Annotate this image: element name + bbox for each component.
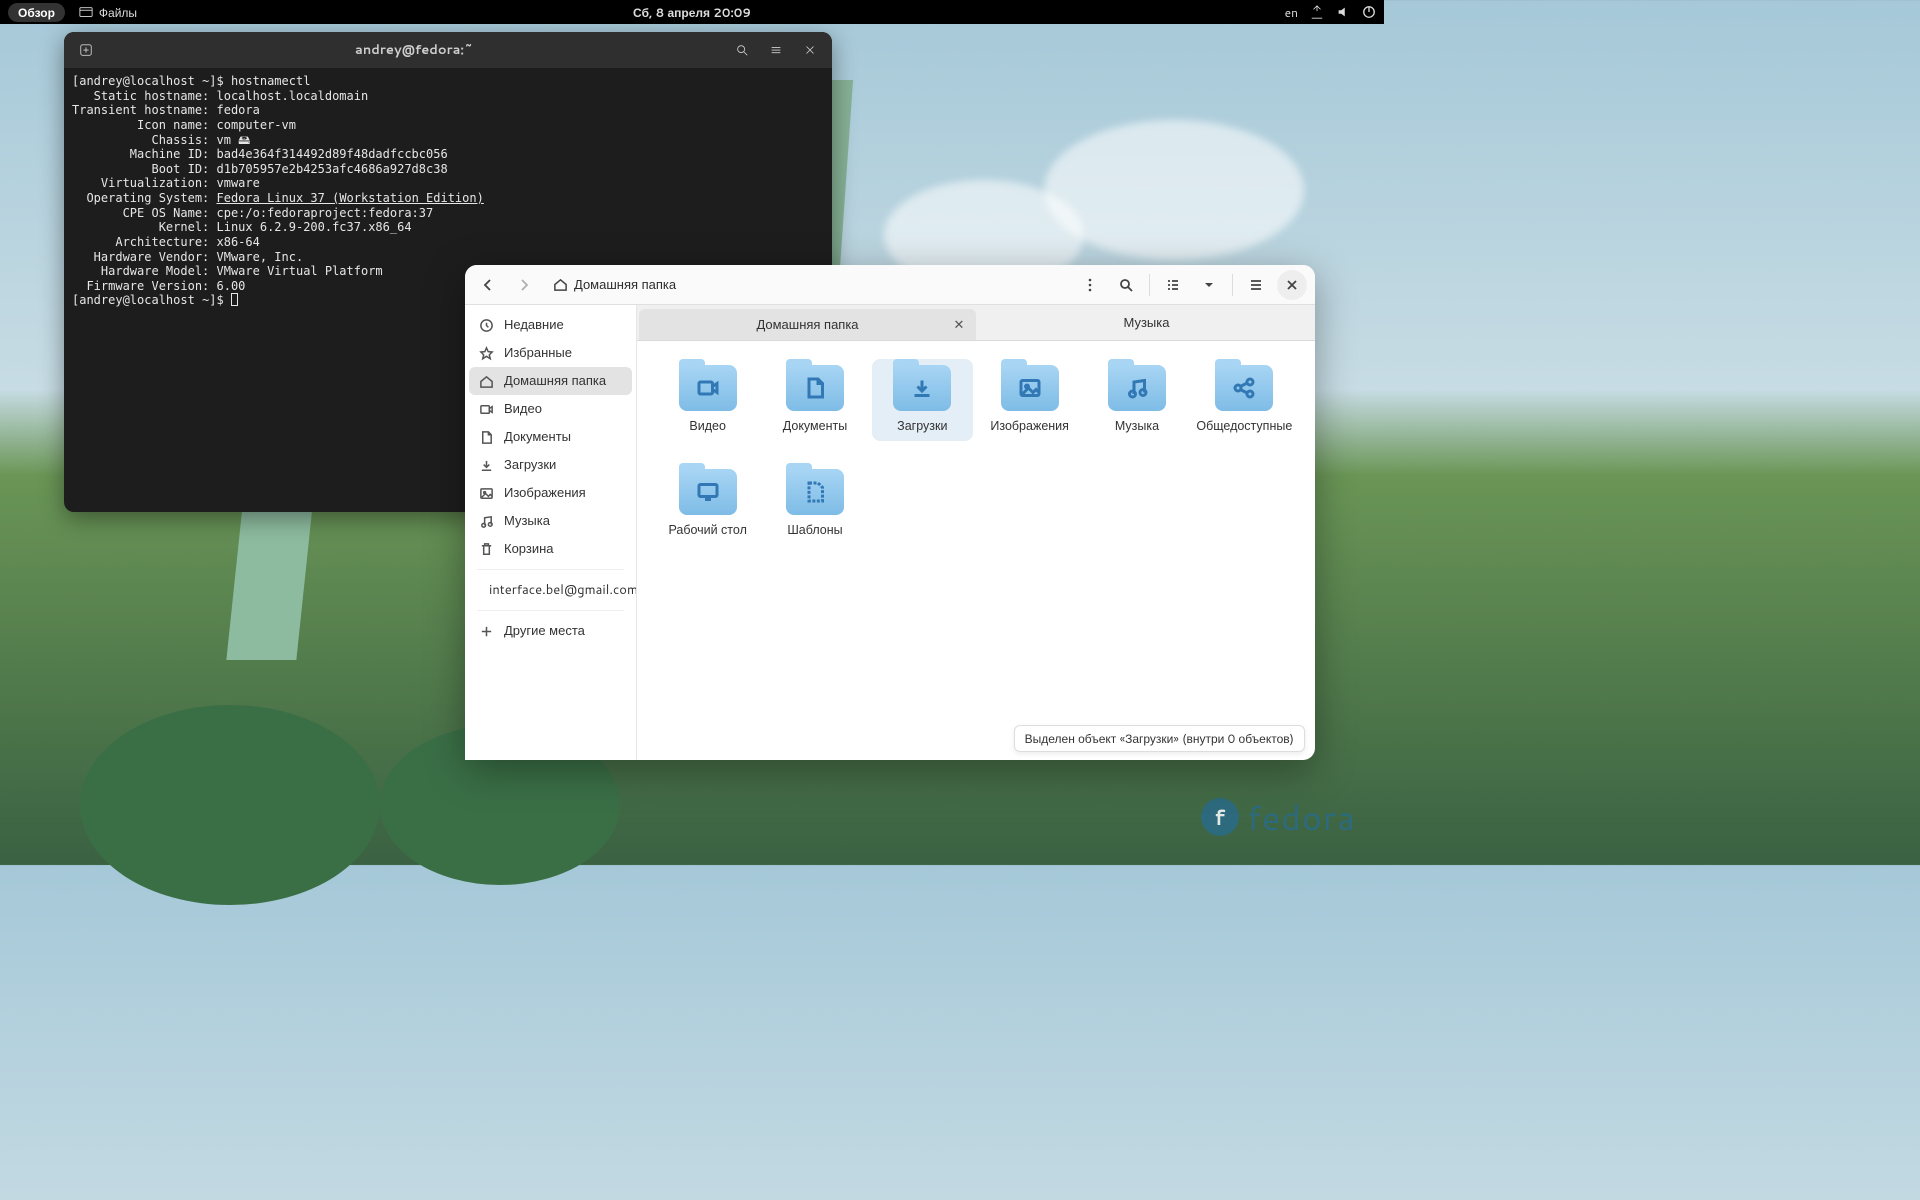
sidebar-item-label: Корзина xyxy=(504,540,554,558)
sidebar-item-label: Домашняя папка xyxy=(504,372,606,390)
folder-label: Видео xyxy=(689,417,726,435)
folder-item[interactable]: Музыка xyxy=(1086,359,1187,441)
terminal-title: andrey@fedora:~ xyxy=(106,41,722,59)
network-icon[interactable] xyxy=(1310,5,1324,19)
files-tabstrip: Домашняя папка ✕ Музыка xyxy=(637,305,1315,341)
files-iconview[interactable]: Видео Документы Загрузки Изображения Музыка О… xyxy=(637,341,1315,760)
sidebar-item-label: Другие места xyxy=(504,622,585,640)
folder-label: Рабочий стол xyxy=(668,521,746,539)
folder-label: Шаблоны xyxy=(787,521,842,539)
clock-icon xyxy=(479,318,494,333)
folder-label: Загрузки xyxy=(897,417,947,435)
video-icon xyxy=(479,402,494,417)
sidebar-item-download[interactable]: Загрузки xyxy=(469,451,632,479)
files-window: Домашняя папка Недавние Избранные Домашняя… xyxy=(465,265,1315,760)
sidebar-item-star[interactable]: Избранные xyxy=(469,339,632,367)
folder-label: Документы xyxy=(783,417,847,435)
clock[interactable]: Сб, 8 апреля 20:09 xyxy=(633,4,751,21)
image-icon xyxy=(479,486,494,501)
plus-icon xyxy=(479,624,494,639)
sidebar-item-cloud[interactable]: interface.bel@gmail.com xyxy=(469,576,632,604)
folder-item[interactable]: Загрузки xyxy=(872,359,973,441)
terminal-close-button[interactable] xyxy=(796,36,824,64)
folder-icon xyxy=(679,365,737,411)
folder-icon xyxy=(1215,365,1273,411)
new-tab-button[interactable] xyxy=(72,36,100,64)
files-sidebar: Недавние Избранные Домашняя папка Видео Доку… xyxy=(465,305,637,760)
fedora-watermark: f fedora xyxy=(1201,793,1356,841)
sidebar-item-label: Избранные xyxy=(504,344,572,362)
files-app-icon xyxy=(79,5,93,19)
sidebar-item-music[interactable]: Музыка xyxy=(469,507,632,535)
tab-close-button[interactable]: ✕ xyxy=(950,316,968,334)
sidebar-item-image[interactable]: Изображения xyxy=(469,479,632,507)
volume-icon[interactable] xyxy=(1336,5,1350,19)
folder-label: Изображения xyxy=(990,417,1069,435)
sidebar-item-plus[interactable]: Другие места xyxy=(469,617,632,645)
app-menu-label: Файлы xyxy=(99,4,137,21)
folder-icon xyxy=(1001,365,1059,411)
sidebar-item-label: Видео xyxy=(504,400,542,418)
folder-icon xyxy=(679,469,737,515)
fedora-badge-icon: f xyxy=(1201,798,1239,836)
home-icon xyxy=(553,277,568,292)
back-button[interactable] xyxy=(473,270,503,300)
folder-item[interactable]: Шаблоны xyxy=(764,463,865,545)
files-headerbar: Домашняя папка xyxy=(465,265,1315,305)
terminal-titlebar[interactable]: andrey@fedora:~ xyxy=(64,32,832,68)
location-label: Домашняя папка xyxy=(574,276,676,294)
sidebar-item-label: Музыка xyxy=(504,512,550,530)
view-options-button[interactable] xyxy=(1194,270,1224,300)
music-icon xyxy=(479,514,494,529)
folder-icon xyxy=(786,469,844,515)
download-icon xyxy=(479,458,494,473)
tab-label: Домашняя папка xyxy=(756,316,858,334)
home-icon xyxy=(479,374,494,389)
files-close-button[interactable] xyxy=(1277,270,1307,300)
folder-label: Музыка xyxy=(1115,417,1159,435)
power-icon[interactable] xyxy=(1362,5,1376,19)
activities-button[interactable]: Обзор xyxy=(8,3,65,22)
location-path[interactable]: Домашняя папка xyxy=(545,272,684,298)
files-statusbar: Выделен объект «Загрузки» (внутри 0 объе… xyxy=(1014,725,1305,752)
folder-item[interactable]: Рабочий стол xyxy=(657,463,758,545)
files-search-button[interactable] xyxy=(1111,270,1141,300)
sidebar-item-home[interactable]: Домашняя папка xyxy=(469,367,632,395)
forward-button[interactable] xyxy=(509,270,539,300)
folder-icon xyxy=(786,365,844,411)
sidebar-item-clock[interactable]: Недавние xyxy=(469,311,632,339)
folder-item[interactable]: Общедоступные xyxy=(1194,359,1295,441)
folder-icon xyxy=(893,365,951,411)
tab-label: Музыка xyxy=(1124,314,1170,332)
trash-icon xyxy=(479,542,494,557)
sidebar-item-label: Загрузки xyxy=(504,456,556,474)
folder-item[interactable]: Изображения xyxy=(979,359,1080,441)
sidebar-item-label: Недавние xyxy=(504,316,564,334)
folder-label: Общедоступные xyxy=(1196,417,1292,435)
keyboard-layout-indicator[interactable]: en xyxy=(1285,4,1298,21)
folder-icon xyxy=(1108,365,1166,411)
view-list-button[interactable] xyxy=(1158,270,1188,300)
gnome-topbar: Обзор Файлы Сб, 8 апреля 20:09 en xyxy=(0,0,1384,24)
folder-item[interactable]: Документы xyxy=(764,359,865,441)
hamburger-button[interactable] xyxy=(1241,270,1271,300)
folder-item[interactable]: Видео xyxy=(657,359,758,441)
tab[interactable]: Музыка xyxy=(978,305,1315,340)
tab[interactable]: Домашняя папка ✕ xyxy=(639,309,976,340)
files-kebab-button[interactable] xyxy=(1075,270,1105,300)
terminal-menu-button[interactable] xyxy=(762,36,790,64)
sidebar-item-label: Изображения xyxy=(504,484,586,502)
sidebar-item-label: interface.bel@gmail.com xyxy=(489,581,637,599)
app-menu[interactable]: Файлы xyxy=(79,4,137,21)
sidebar-item-doc[interactable]: Документы xyxy=(469,423,632,451)
sidebar-item-label: Документы xyxy=(504,428,571,446)
sidebar-item-video[interactable]: Видео xyxy=(469,395,632,423)
sidebar-item-trash[interactable]: Корзина xyxy=(469,535,632,563)
doc-icon xyxy=(479,430,494,445)
star-icon xyxy=(479,346,494,361)
terminal-search-button[interactable] xyxy=(728,36,756,64)
